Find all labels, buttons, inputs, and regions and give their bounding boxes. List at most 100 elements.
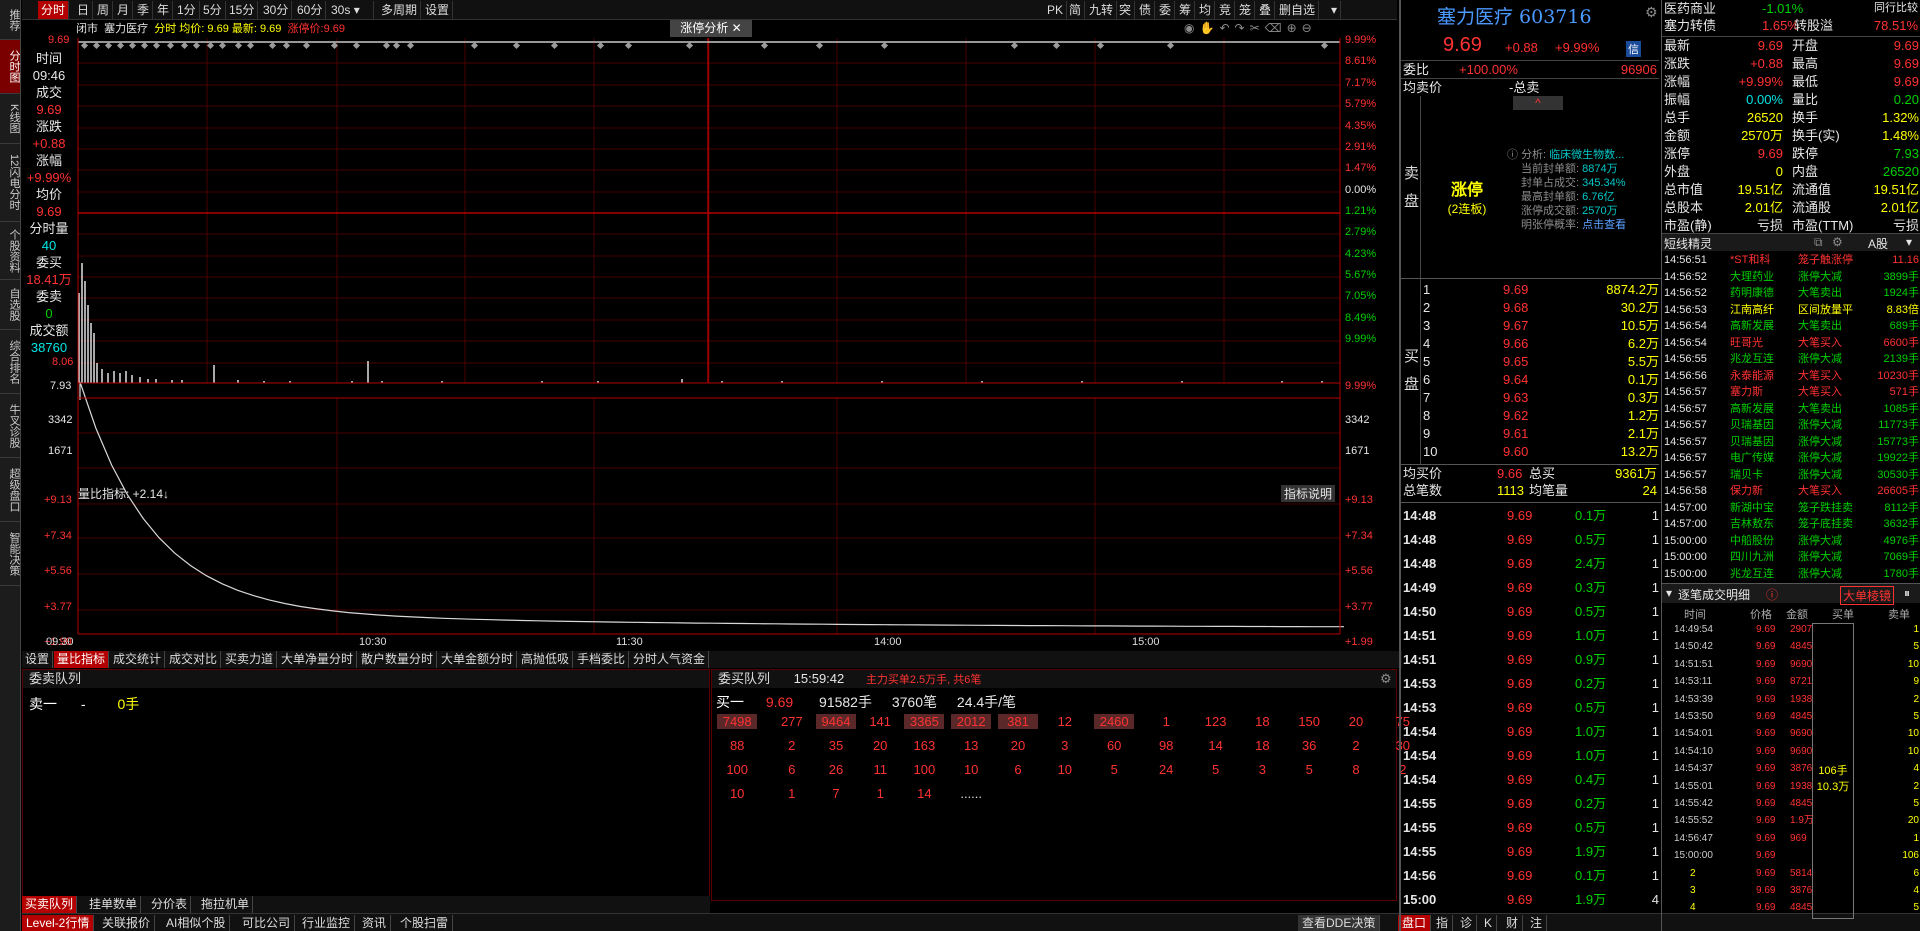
wizard-stock[interactable]: 中船股份 <box>1730 533 1774 549</box>
sidebar-item-decision[interactable]: 智能决策 <box>0 522 20 586</box>
wizard-row[interactable]: 14:57:00 吉林敖东 笼子底挂卖 3632手 <box>1662 516 1920 532</box>
period-1min[interactable]: 1分 <box>174 1 200 19</box>
tab-order-count[interactable]: 挂单数单 <box>86 896 142 913</box>
status-ai-similar[interactable]: AI相似个股 <box>162 915 231 931</box>
wizard-row[interactable]: 14:56:57 瑞贝卡 涨停大减 30530手 <box>1662 467 1920 483</box>
info-icon[interactable]: ⓘ <box>1766 586 1778 603</box>
status-level2[interactable]: Level-2行情 <box>22 915 95 931</box>
peer-compare[interactable]: 同行比较 <box>1874 0 1918 17</box>
gear-icon[interactable]: ⚙ <box>1832 235 1843 249</box>
wizard-stock[interactable]: 新湖中宝 <box>1730 500 1774 516</box>
buy-level-row[interactable]: 9 9.61 2.1万 <box>1421 425 1661 443</box>
gear-icon[interactable]: ⚙ <box>1380 670 1392 688</box>
status-mine-scan[interactable]: 个股扫雷 <box>396 915 454 931</box>
wizard-stock[interactable]: *ST和科 <box>1730 252 1770 268</box>
collapse-icon[interactable]: ^ <box>1513 96 1563 110</box>
pk-button[interactable]: PK <box>1044 1 1068 19</box>
wizard-stock[interactable]: 江南高纤 <box>1730 302 1774 318</box>
wizard-stock[interactable]: 药明康德 <box>1730 285 1774 301</box>
multi-period-button[interactable]: 多周期 <box>378 1 422 19</box>
wizard-row[interactable]: 14:56:57 电广传媒 涨停大减 19922手 <box>1662 450 1920 466</box>
wizard-stock[interactable]: 瑞贝卡 <box>1730 467 1763 483</box>
status-comparable[interactable]: 可比公司 <box>238 915 296 931</box>
analysis-value[interactable]: 点击查看 <box>1579 219 1626 231</box>
wizard-stock[interactable]: 高新发展 <box>1730 318 1774 334</box>
more-dropdown-icon[interactable]: ▾ <box>1328 1 1342 19</box>
period-day[interactable]: 日 <box>74 1 94 19</box>
wizard-stock[interactable]: 四川九洲 <box>1730 549 1774 565</box>
wizard-stock[interactable]: 贝瑞基因 <box>1730 434 1774 450</box>
tab-tractor-order[interactable]: 拖拉机单 <box>198 896 254 913</box>
market-filter[interactable]: A股 <box>1868 235 1888 252</box>
period-30s[interactable]: 30s ▾ <box>328 1 374 19</box>
buy-level-row[interactable]: 2 9.68 30.2万 <box>1421 299 1661 317</box>
overlay-button[interactable]: 叠 <box>1256 1 1276 19</box>
sidebar-item-kline[interactable]: K线图 <box>0 94 20 144</box>
bond-name[interactable]: 塞力转债 <box>1664 17 1716 34</box>
period-5min[interactable]: 5分 <box>200 1 226 19</box>
breakout-button[interactable]: 突 <box>1116 1 1136 19</box>
eye-icon[interactable]: ◉ <box>1184 21 1199 35</box>
wizard-stock[interactable]: 兆龙互连 <box>1730 351 1774 367</box>
wizard-row[interactable]: 15:00:00 四川九洲 涨停大减 7069手 <box>1662 549 1920 565</box>
zoom-out-icon[interactable]: ⊖ <box>1302 21 1317 35</box>
wizard-row[interactable]: 15:00:00 兆龙互连 涨停大减 1780手 <box>1662 566 1920 582</box>
period-timeshare[interactable]: 分时 <box>38 1 70 19</box>
average-button[interactable]: 均 <box>1196 1 1216 19</box>
auction-button[interactable]: 竞 <box>1216 1 1236 19</box>
sidebar-item-flash[interactable]: 12闪电分时 <box>0 144 20 222</box>
wizard-row[interactable]: 14:56:54 高新发展 大笔卖出 689手 <box>1662 318 1920 334</box>
period-quarter[interactable]: 季 <box>134 1 154 19</box>
sidebar-item-ranking[interactable]: 综合排名 <box>0 330 20 394</box>
industry-name[interactable]: 医药商业 <box>1664 0 1716 17</box>
period-15min[interactable]: 15分 <box>226 1 259 19</box>
wizard-row[interactable]: 15:00:00 中船股份 涨停大减 4976手 <box>1662 533 1920 549</box>
sidebar-item-recommend[interactable]: 推荐 <box>0 0 20 40</box>
wizard-row[interactable]: 14:56:57 塞力斯 大笔买入 571手 <box>1662 384 1920 400</box>
status-dde[interactable]: 查看DDE决策 <box>1298 915 1381 931</box>
buy-level-row[interactable]: 6 9.64 0.1万 <box>1421 371 1661 389</box>
big-order-prism-button[interactable]: 大单棱镜 <box>1840 586 1895 605</box>
wizard-row[interactable]: 14:56:55 兆龙互连 涨停大减 2139手 <box>1662 351 1920 367</box>
sidebar-item-profile[interactable]: 个股资料 <box>0 222 20 280</box>
wizard-row[interactable]: 14:56:52 药明康德 大笔卖出 1924手 <box>1662 285 1920 301</box>
period-30min[interactable]: 30分 <box>260 1 293 19</box>
wizard-stock[interactable]: 吉林敖东 <box>1730 516 1774 532</box>
sidebar-item-watchlist[interactable]: 自选股 <box>0 280 20 330</box>
wizard-row[interactable]: 14:56:51 *ST和科 笼子触涨停 11.16 <box>1662 252 1920 268</box>
indicator-tab[interactable]: 设置 <box>22 651 54 668</box>
tab-buy-sell-queue[interactable]: 买卖队列 <box>22 896 78 913</box>
undo-icon[interactable]: ↶ <box>1219 21 1234 35</box>
simple-button[interactable]: 简 <box>1066 1 1086 19</box>
indicator-tab[interactable]: 大单净量分时 <box>278 651 358 668</box>
wizard-row[interactable]: 14:56:52 大理药业 涨停大减 3899手 <box>1662 269 1920 285</box>
period-week[interactable]: 周 <box>94 1 114 19</box>
close-icon[interactable]: ✕ <box>732 21 742 35</box>
wizard-stock[interactable]: 旺哥光 <box>1730 335 1763 351</box>
indicator-tab[interactable]: 散户数量分时 <box>358 651 438 668</box>
bond-button[interactable]: 债 <box>1136 1 1156 19</box>
sidebar-item-handicap[interactable]: 超级盘口 <box>0 458 20 522</box>
order-button[interactable]: 委 <box>1156 1 1176 19</box>
status-industry[interactable]: 行业监控 <box>298 915 356 931</box>
wizard-stock[interactable]: 保力新 <box>1730 483 1763 499</box>
wizard-row[interactable]: 14:56:58 保力新 大笔买入 26605手 <box>1662 483 1920 499</box>
status-news[interactable]: 资讯 <box>358 915 392 931</box>
expand-icon[interactable]: ⧉ <box>1814 235 1823 250</box>
wizard-row[interactable]: 14:56:57 贝瑞基因 涨停大减 11773手 <box>1662 417 1920 433</box>
buy-level-row[interactable]: 7 9.63 0.3万 <box>1421 389 1661 407</box>
wizard-stock[interactable]: 大理药业 <box>1730 269 1774 285</box>
tab-price-table[interactable]: 分价表 <box>148 896 192 913</box>
sidebar-item-timeshare[interactable]: 分时图 <box>0 40 20 94</box>
buy-level-row[interactable]: 3 9.67 10.5万 <box>1421 317 1661 335</box>
nine-turn-button[interactable]: 九转 <box>1086 1 1118 19</box>
timeshare-chart[interactable] <box>22 38 1398 650</box>
wizard-stock[interactable]: 塞力斯 <box>1730 384 1763 400</box>
wizard-row[interactable]: 14:56:57 高新发展 大笔卖出 1085手 <box>1662 401 1920 417</box>
indicator-tab[interactable]: 成交统计 <box>110 651 166 668</box>
buy-level-row[interactable]: 1 9.69 8874.2万 <box>1421 281 1661 299</box>
gear-icon[interactable]: ⚙ <box>1645 4 1658 21</box>
wizard-row[interactable]: 14:57:00 新湖中宝 笼子跌挂卖 8112手 <box>1662 500 1920 516</box>
remove-watchlist-button[interactable]: 删自选 <box>1276 1 1320 19</box>
indicator-tab[interactable]: 成交对比 <box>166 651 222 668</box>
